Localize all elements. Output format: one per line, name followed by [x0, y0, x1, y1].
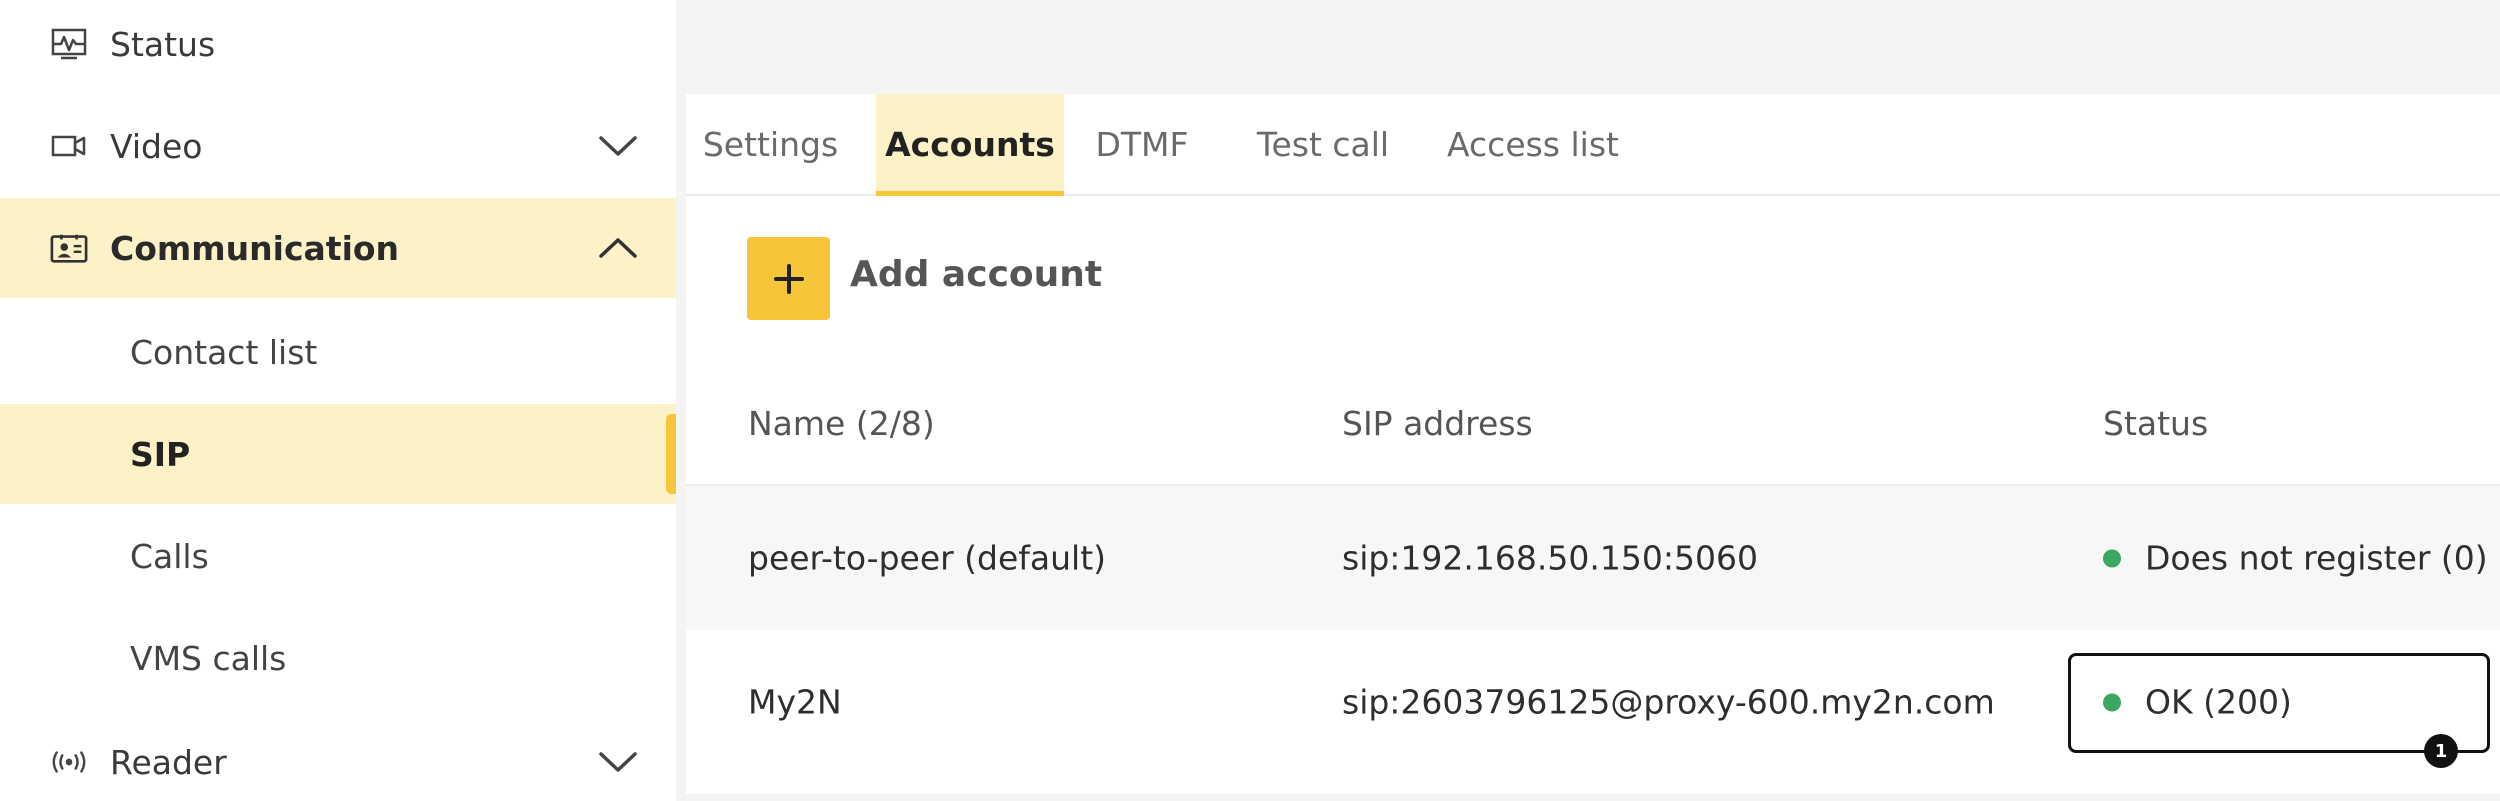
cell-sip-address: sip:192.168.50.150:5060	[1342, 538, 1758, 578]
camera-icon	[50, 127, 88, 165]
cell-status: OK (200)	[2103, 683, 2292, 722]
cell-name: My2N	[748, 682, 842, 722]
plus-icon	[773, 263, 804, 294]
sidebar-item-status[interactable]: Status	[0, 0, 676, 94]
tab-test-call[interactable]: Test call	[1248, 94, 1398, 194]
tab-accounts[interactable]: Accounts	[876, 94, 1064, 196]
column-header-status: Status	[2103, 404, 2209, 443]
sidebar: Status Video Communication Contact list …	[0, 0, 676, 801]
tab-access-list[interactable]: Access list	[1440, 94, 1626, 194]
sidebar-item-label: Video	[110, 126, 203, 166]
sidebar-subitem-contact-list[interactable]: Contact list	[0, 302, 676, 402]
sidebar-subitem-label: Calls	[130, 536, 209, 576]
sidebar-item-reader[interactable]: Reader	[0, 712, 676, 801]
sidebar-item-label: Reader	[110, 742, 227, 782]
table-row[interactable]: My2N sip:2603796125@proxy-600.my2n.com O…	[686, 630, 2500, 774]
tab-settings[interactable]: Settings	[686, 94, 855, 194]
chevron-up-icon[interactable]	[598, 228, 638, 268]
column-header-sip-address: SIP address	[1342, 404, 1533, 443]
status-dot	[2103, 693, 2121, 711]
sidebar-subitem-label: VMS calls	[130, 638, 287, 678]
wireless-reader-icon	[50, 743, 88, 781]
sidebar-item-video[interactable]: Video	[0, 96, 676, 196]
sidebar-subitem-vms-calls[interactable]: VMS calls	[0, 608, 676, 708]
tab-dtmf[interactable]: DTMF	[1084, 94, 1200, 194]
chevron-down-icon[interactable]	[598, 126, 638, 166]
sidebar-item-label: Communication	[110, 228, 400, 268]
sidebar-item-label: Status	[110, 24, 216, 64]
table-row[interactable]: peer-to-peer (default) sip:192.168.50.15…	[686, 486, 2500, 630]
column-header-name: Name (2/8)	[748, 404, 935, 443]
cell-name: peer-to-peer (default)	[748, 538, 1107, 578]
add-account-label[interactable]: Add account	[850, 254, 1102, 295]
status-dot	[2103, 549, 2121, 567]
step-badge: 1	[2424, 734, 2458, 768]
sidebar-subitem-calls[interactable]: Calls	[0, 506, 676, 606]
status-text: Does not register (0)	[2145, 538, 2488, 578]
status-text: OK (200)	[2145, 682, 2292, 722]
sidebar-subitem-label: Contact list	[130, 332, 318, 372]
selection-indicator	[666, 414, 676, 494]
sidebar-subitem-sip[interactable]: SIP	[0, 404, 676, 504]
activity-icon	[50, 25, 88, 63]
sidebar-item-communication[interactable]: Communication	[0, 198, 676, 298]
main-panel: Settings Accounts DTMF Test call Access …	[686, 94, 2500, 794]
tab-bar: Settings Accounts DTMF Test call Access …	[686, 94, 2500, 196]
contact-card-icon	[50, 229, 88, 267]
cell-sip-address: sip:2603796125@proxy-600.my2n.com	[1342, 682, 1995, 722]
chevron-down-icon[interactable]	[598, 742, 638, 782]
cell-status: Does not register (0)	[2103, 539, 2488, 578]
add-account-button[interactable]	[747, 237, 830, 320]
sidebar-subitem-label: SIP	[130, 434, 191, 474]
